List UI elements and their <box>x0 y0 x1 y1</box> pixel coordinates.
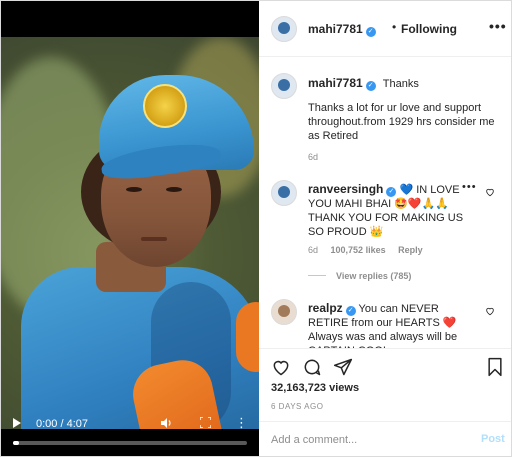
post-date[interactable]: 6 DAYS AGO <box>271 402 323 411</box>
verified-icon: ✓ <box>365 27 376 37</box>
verified-icon: ✓ <box>345 306 356 316</box>
comment-meta: 6d 100,752 likes Reply <box>308 245 433 255</box>
video-progress-bar[interactable] <box>13 441 247 445</box>
heart-icon[interactable] <box>271 357 291 377</box>
share-icon[interactable] <box>333 357 353 377</box>
verified-icon: ✓ <box>365 81 376 91</box>
player-eye <box>126 187 142 192</box>
header-username[interactable]: mahi7781 ✓ <box>308 22 376 37</box>
caption-avatar[interactable] <box>271 73 297 99</box>
username-text[interactable]: mahi7781 <box>308 22 363 36</box>
view-replies-label[interactable]: View replies (785) <box>336 271 411 281</box>
keeping-glove <box>236 302 259 372</box>
video-frame[interactable] <box>1 37 259 429</box>
avatar[interactable] <box>271 16 297 42</box>
comment-input[interactable] <box>271 431 461 449</box>
fullscreen-icon[interactable] <box>200 417 211 428</box>
player-eye <box>166 187 182 192</box>
replies-divider <box>308 275 326 276</box>
post-panel: mahi7781 ✓ • Following ••• mahi7781 ✓ Than… <box>259 1 511 456</box>
comment-item: realpz ✓ You can NEVER RETIRE from our HE… <box>308 301 478 348</box>
comment-item: ranveersingh ✓ 💙 IN LOVE YOU MAHI BHAI 🤩❤… <box>308 182 468 239</box>
view-count[interactable]: 32,163,723 views <box>271 382 359 394</box>
caption-age[interactable]: 6d <box>308 152 318 162</box>
post-header: mahi7781 ✓ • Following ••• <box>259 1 511 57</box>
post-button[interactable]: Post <box>481 433 505 445</box>
reply-button[interactable]: Reply <box>398 245 423 255</box>
video-time: 0:00 / 4:07 <box>36 418 88 430</box>
instagram-post-modal: 0:00 / 4:07 ⋮ mahi7781✓ • Following ••• <box>0 0 512 457</box>
comment-more-icon[interactable]: ••• <box>462 181 477 193</box>
more-options-icon[interactable]: ••• <box>489 18 507 34</box>
video-progress-fill <box>13 441 19 445</box>
following-button[interactable]: Following <box>401 22 457 36</box>
view-replies-button[interactable]: View replies (785) <box>308 271 411 281</box>
video-player[interactable]: 0:00 / 4:07 ⋮ <box>1 1 259 456</box>
add-comment-bar: Post <box>259 421 511 457</box>
comment-username[interactable]: realpz <box>308 301 343 315</box>
comment-icon[interactable] <box>302 357 322 377</box>
comment-username[interactable]: ranveersingh <box>308 182 383 196</box>
comment-avatar[interactable] <box>271 299 297 325</box>
comment-like-icon[interactable] <box>485 187 495 197</box>
comment-avatar[interactable] <box>271 180 297 206</box>
volume-icon[interactable] <box>161 418 173 428</box>
caption-title: Thanks <box>382 78 419 90</box>
comment-age[interactable]: 6d <box>308 245 318 255</box>
caption-text: Thanks a lot for ur love and support thr… <box>308 102 495 142</box>
comments-section: mahi7781 ✓ Thanks Thanks a lot for ur lov… <box>259 58 511 348</box>
cap-logo <box>143 84 187 128</box>
play-icon[interactable] <box>13 418 21 428</box>
comment-likes[interactable]: 100,752 likes <box>331 245 386 255</box>
caption-line: mahi7781 ✓ Thanks <box>308 76 419 91</box>
bookmark-icon[interactable] <box>485 357 505 377</box>
separator-dot: • <box>392 20 397 34</box>
video-controls: 0:00 / 4:07 ⋮ <box>1 413 259 456</box>
player-mouth <box>141 237 167 241</box>
caption-username[interactable]: mahi7781 <box>308 76 363 90</box>
verified-icon: ✓ <box>386 187 397 197</box>
video-more-icon[interactable]: ⋮ <box>235 416 248 430</box>
post-actions: 32,163,723 views 6 DAYS AGO Post <box>259 348 511 456</box>
comment-like-icon[interactable] <box>485 306 495 316</box>
